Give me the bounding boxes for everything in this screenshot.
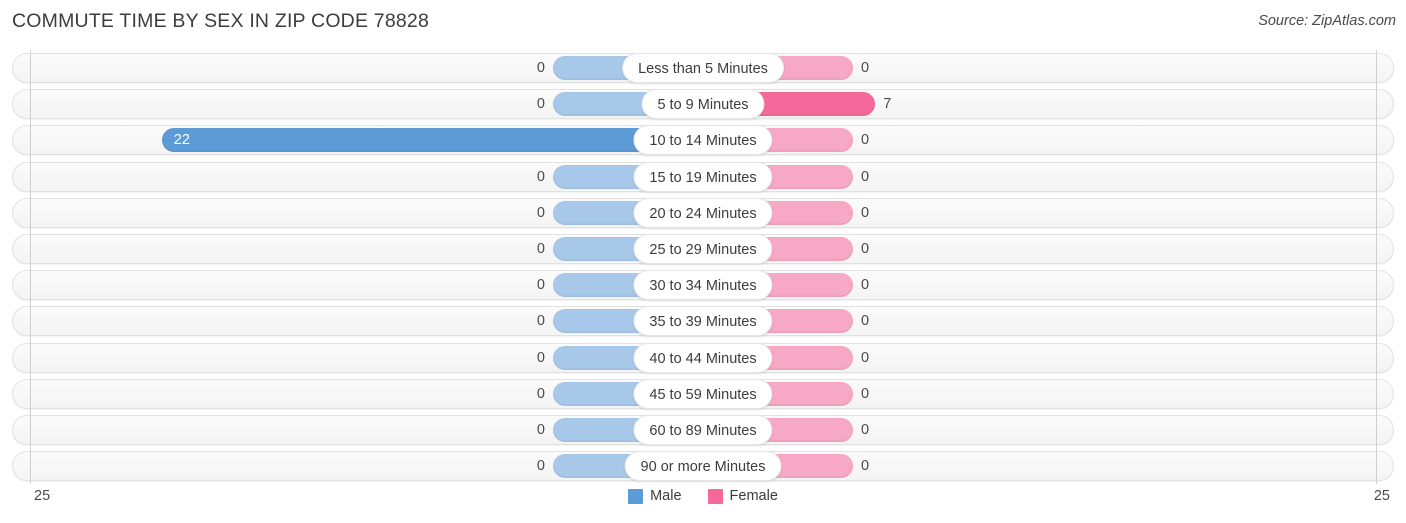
category-label-pill: 20 to 24 Minutes xyxy=(633,197,773,228)
bar-row: 0 0 20 to 24 Minutes xyxy=(0,195,1406,231)
male-value-label: 0 xyxy=(536,168,545,185)
bar-row: 0 0 15 to 19 Minutes xyxy=(0,159,1406,195)
female-value-label: 0 xyxy=(861,132,870,149)
category-label-pill: 60 to 89 Minutes xyxy=(633,414,773,445)
category-label-pill: 25 to 29 Minutes xyxy=(633,233,773,264)
legend-item-male[interactable]: Male xyxy=(628,488,682,504)
male-value-label: 0 xyxy=(536,277,545,294)
category-label-pill: 35 to 39 Minutes xyxy=(633,306,773,337)
bar-row: 0 0 30 to 34 Minutes xyxy=(0,267,1406,303)
axis-line-left xyxy=(30,50,31,484)
bar-row: 0 0 Less than 5 Minutes xyxy=(0,50,1406,86)
bar-row: 0 7 5 to 9 Minutes xyxy=(0,86,1406,122)
source-attribution: Source: ZipAtlas.com xyxy=(1258,13,1396,29)
female-value-label: 0 xyxy=(861,60,870,76)
male-bar[interactable] xyxy=(161,128,703,153)
male-value-label: 0 xyxy=(536,385,545,402)
chart-footer: 25 25 Male Female xyxy=(0,484,1406,523)
category-label-pill: 45 to 59 Minutes xyxy=(633,378,773,409)
female-value-label: 0 xyxy=(861,421,870,438)
bar-row: 0 0 25 to 29 Minutes xyxy=(0,231,1406,267)
page-title: COMMUTE TIME BY SEX IN ZIP CODE 78828 xyxy=(12,10,430,32)
male-value-label: 0 xyxy=(536,313,545,330)
male-color-swatch-icon xyxy=(628,488,644,504)
bar-row: 0 0 45 to 59 Minutes xyxy=(0,376,1406,412)
female-value-label: 0 xyxy=(861,458,870,475)
category-label-pill: 40 to 44 Minutes xyxy=(633,342,773,373)
plot-area: 0 0 Less than 5 Minutes 0 7 5 to 9 Minutes 22 0… xyxy=(0,50,1406,484)
male-value-label: 22 xyxy=(173,132,190,149)
male-value-label: 0 xyxy=(536,204,545,221)
male-value-label: 0 xyxy=(536,240,545,257)
legend-label-male: Male xyxy=(650,488,682,504)
female-value-label: 0 xyxy=(861,277,870,294)
bar-row: 22 0 10 to 14 Minutes xyxy=(0,122,1406,158)
male-value-label: 0 xyxy=(536,96,545,113)
axis-line-right xyxy=(1376,50,1377,484)
category-label-pill: 5 to 9 Minutes xyxy=(641,89,765,120)
category-label-pill: 15 to 19 Minutes xyxy=(633,161,773,192)
bar-rows: 0 0 Less than 5 Minutes 0 7 5 to 9 Minutes 22 0… xyxy=(0,50,1406,484)
category-label-pill: 10 to 14 Minutes xyxy=(633,125,773,156)
commute-time-chart: COMMUTE TIME BY SEX IN ZIP CODE 78828 So… xyxy=(0,0,1406,523)
female-value-label: 7 xyxy=(883,96,892,113)
female-value-label: 0 xyxy=(861,313,870,330)
female-value-label: 0 xyxy=(861,349,870,366)
legend-label-female: Female xyxy=(729,488,778,504)
female-value-label: 0 xyxy=(861,240,870,257)
female-color-swatch-icon xyxy=(707,488,723,504)
category-label-pill: 90 or more Minutes xyxy=(624,451,782,482)
female-value-label: 0 xyxy=(861,168,870,185)
category-label-pill: Less than 5 Minutes xyxy=(622,53,784,83)
female-value-label: 0 xyxy=(861,385,870,402)
female-value-label: 0 xyxy=(861,204,870,221)
bar-row: 0 0 40 to 44 Minutes xyxy=(0,340,1406,376)
bar-row: 0 0 90 or more Minutes xyxy=(0,448,1406,484)
chart-header: COMMUTE TIME BY SEX IN ZIP CODE 78828 So… xyxy=(0,0,1406,46)
legend-item-female[interactable]: Female xyxy=(707,488,778,504)
male-value-label: 0 xyxy=(536,421,545,438)
bar-row: 0 0 35 to 39 Minutes xyxy=(0,303,1406,339)
bar-row: 0 0 60 to 89 Minutes xyxy=(0,412,1406,448)
male-value-label: 0 xyxy=(536,458,545,475)
chart-legend: Male Female xyxy=(0,488,1406,504)
male-value-label: 0 xyxy=(536,349,545,366)
male-value-label: 0 xyxy=(536,60,545,76)
category-label-pill: 30 to 34 Minutes xyxy=(633,270,773,301)
